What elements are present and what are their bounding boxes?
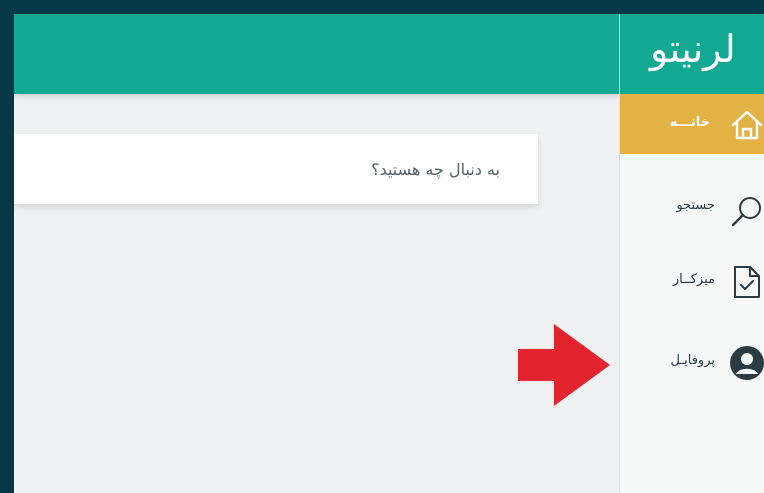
search-box[interactable]: به دنبال چه هستید؟ bbox=[14, 134, 538, 204]
red-arrow-icon bbox=[518, 324, 610, 406]
sidebar-item-label: جستجو bbox=[676, 198, 715, 213]
home-icon bbox=[731, 110, 763, 140]
sidebar-item-desk[interactable]: میزکــار bbox=[620, 258, 764, 318]
app-window: به دنبال چه هستید؟ لرنیتو خانـــه جستجو bbox=[14, 14, 764, 493]
top-bar bbox=[14, 14, 619, 94]
sidebar-item-label: میزکــار bbox=[672, 272, 715, 287]
document-check-icon bbox=[734, 266, 760, 298]
brand-text: لرنیتو bbox=[650, 27, 736, 71]
brand-logo[interactable]: لرنیتو bbox=[620, 14, 764, 94]
search-icon bbox=[731, 197, 761, 227]
sidebar-item-profile[interactable]: پروفایـل bbox=[620, 331, 764, 391]
sidebar-item-label: خانـــه bbox=[669, 115, 710, 130]
sidebar-item-search[interactable]: جستجو bbox=[620, 184, 764, 244]
main-content: به دنبال چه هستید؟ bbox=[14, 14, 619, 493]
sidebar-item-home[interactable]: خانـــه bbox=[620, 94, 764, 154]
user-circle-icon bbox=[730, 346, 764, 380]
search-placeholder: به دنبال چه هستید؟ bbox=[371, 159, 500, 179]
sidebar-item-label: پروفایـل bbox=[670, 353, 715, 368]
sidebar: لرنیتو خانـــه جستجو میزکــار پروفایـل bbox=[619, 14, 764, 493]
